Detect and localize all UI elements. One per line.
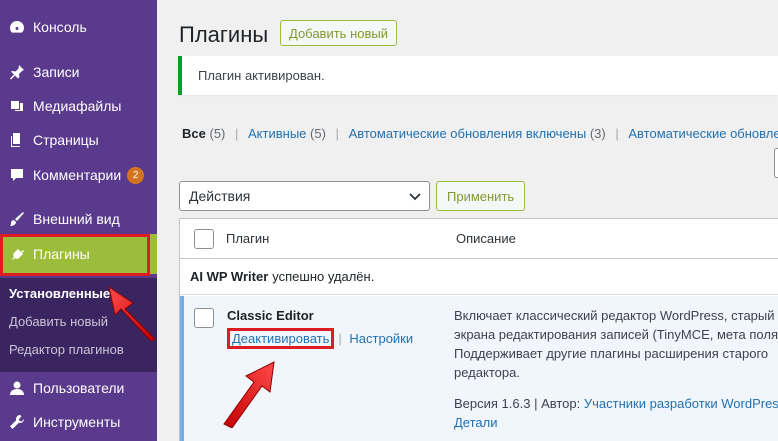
plugin-filters: Все (5) | Активные (5) | Автоматические … xyxy=(182,126,778,141)
menu-tools[interactable]: Инструменты xyxy=(0,405,157,439)
deactivate-link[interactable]: Деактивировать xyxy=(227,328,335,349)
page-title: Плагины xyxy=(179,22,269,47)
plugin-meta: Версия 1.6.3 | Автор: Участники разработ… xyxy=(454,394,778,432)
deleted-plugin-row: AI WP Writer успешно удалён. xyxy=(180,259,778,295)
search-plugins-input[interactable] xyxy=(774,148,778,178)
plugin-checkbox[interactable] xyxy=(194,308,214,328)
chevron-down-icon xyxy=(409,193,421,201)
admin-sidebar: Консоль Записи Медиафайлы Страницы Комме… xyxy=(0,0,157,441)
filter-auto-updates-off[interactable]: Автоматические обновления xyxy=(628,126,778,141)
menu-media[interactable]: Медиафайлы xyxy=(0,89,157,123)
submenu-plugin-editor[interactable]: Редактор плагинов xyxy=(9,342,124,357)
filter-active[interactable]: Активные xyxy=(248,126,306,141)
dashboard-icon xyxy=(8,18,26,36)
bulk-actions-value: Действия xyxy=(189,188,251,204)
media-icon xyxy=(8,97,26,115)
comment-icon xyxy=(8,166,26,184)
filter-auto-updates-on-count: (3) xyxy=(589,126,606,141)
filter-all[interactable]: Все xyxy=(182,126,206,141)
row-actions: Деактивировать | Настройки xyxy=(227,328,413,349)
menu-appearance[interactable]: Внешний вид xyxy=(0,202,157,236)
filter-all-count: (5) xyxy=(209,126,226,141)
column-description: Описание xyxy=(456,231,516,246)
select-all-checkbox[interactable] xyxy=(194,229,214,249)
filter-active-count: (5) xyxy=(310,126,326,141)
table-row: Classic Editor Деактивировать | Настройки… xyxy=(180,296,778,441)
plugin-version: Версия 1.6.3 xyxy=(454,396,531,411)
wrench-icon xyxy=(8,413,26,431)
notice-text: Плагин активирован. xyxy=(198,68,325,83)
menu-dashboard-label: Консоль xyxy=(33,19,87,35)
menu-posts[interactable]: Записи xyxy=(0,55,157,89)
menu-media-label: Медиафайлы xyxy=(33,98,122,114)
menu-users[interactable]: Пользователи xyxy=(0,371,157,405)
details-link[interactable]: Детали xyxy=(454,415,498,430)
menu-posts-label: Записи xyxy=(33,64,80,80)
plugin-name: Classic Editor xyxy=(227,308,314,323)
table-header: Плагин Описание xyxy=(180,219,778,259)
pages-icon xyxy=(8,131,26,149)
plugin-icon xyxy=(8,245,26,263)
menu-plugins-label: Плагины xyxy=(33,246,90,262)
column-plugin[interactable]: Плагин xyxy=(226,231,269,246)
author-link[interactable]: Участники разработки WordPress xyxy=(584,396,778,411)
plugins-table: Плагин Описание AI WP Writer успешно уда… xyxy=(179,218,778,441)
menu-plugins[interactable]: Плагины xyxy=(0,234,157,274)
plugin-description: Включает классический редактор WordPress… xyxy=(454,308,778,380)
menu-appearance-label: Внешний вид xyxy=(33,211,120,227)
add-new-plugin-button[interactable]: Добавить новый xyxy=(280,20,397,46)
menu-tools-label: Инструменты xyxy=(33,414,121,430)
menu-pages[interactable]: Страницы xyxy=(0,123,157,157)
success-notice: Плагин активирован. xyxy=(178,56,778,95)
plugins-submenu: Установленные Добавить новый Редактор пл… xyxy=(0,278,157,372)
bulk-actions-select[interactable]: Действия xyxy=(179,181,430,211)
deleted-plugin-message: успешно удалён. xyxy=(272,269,375,284)
submenu-installed[interactable]: Установленные xyxy=(9,286,110,301)
menu-pages-label: Страницы xyxy=(33,132,99,148)
menu-dashboard[interactable]: Консоль xyxy=(0,10,157,44)
user-icon xyxy=(8,379,26,397)
main-content: Плагины Добавить новый Плагин активирова… xyxy=(157,0,778,441)
author-prefix: | Автор: xyxy=(534,396,581,411)
deleted-plugin-name: AI WP Writer xyxy=(190,269,269,284)
submenu-add-new[interactable]: Добавить новый xyxy=(9,314,108,329)
comments-count-badge: 2 xyxy=(127,166,145,184)
brush-icon xyxy=(8,210,26,228)
menu-users-label: Пользователи xyxy=(33,380,125,396)
menu-comments-label: Комментарии xyxy=(33,167,122,183)
apply-button[interactable]: Применить xyxy=(436,181,526,211)
pin-icon xyxy=(8,63,26,81)
settings-link[interactable]: Настройки xyxy=(349,331,413,346)
menu-comments[interactable]: Комментарии 2 xyxy=(0,158,157,192)
filter-auto-updates-on[interactable]: Автоматические обновления включены xyxy=(349,126,587,141)
